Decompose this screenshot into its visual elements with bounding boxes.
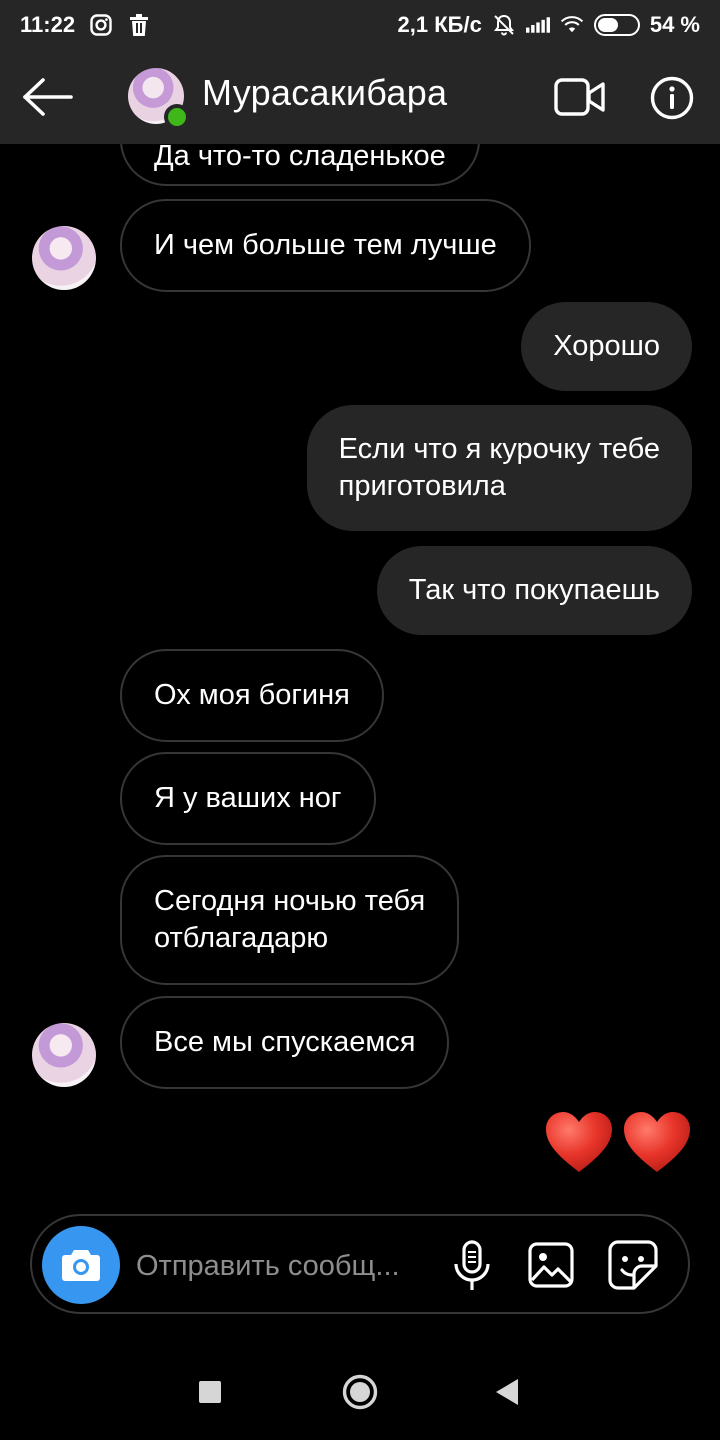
heart-icon <box>624 1112 690 1172</box>
video-call-button[interactable] <box>554 76 606 118</box>
bell-muted-icon <box>492 13 516 37</box>
home-circle-icon <box>342 1374 378 1410</box>
chat-header: Мурасакибара <box>0 50 720 144</box>
info-button[interactable] <box>650 76 694 120</box>
message-composer <box>30 1214 690 1314</box>
incoming-message[interactable]: Сегодня ночью тебя отблагадарю <box>120 855 460 985</box>
arrow-left-icon <box>23 78 73 116</box>
video-camera-icon <box>554 78 605 116</box>
status-bar: 11:22 2,1 КБ/с 54 % <box>0 0 720 50</box>
incoming-message[interactable]: И чем больше тем лучше <box>120 199 531 292</box>
battery-icon <box>593 14 640 36</box>
contact-avatar[interactable] <box>128 68 190 130</box>
camera-button[interactable] <box>42 1226 120 1304</box>
outgoing-message[interactable]: Хорошо <box>521 302 692 391</box>
incoming-message[interactable]: Ох моя богиня <box>120 649 384 742</box>
sticker-icon <box>608 1240 658 1290</box>
incoming-message[interactable]: Все мы спускаемся <box>120 996 450 1089</box>
system-nav-bar <box>0 1340 720 1440</box>
heart-reaction-message[interactable] <box>544 1110 692 1174</box>
home-button[interactable] <box>342 1374 378 1410</box>
back-triangle-icon <box>496 1379 518 1405</box>
trash-icon <box>127 13 151 37</box>
outgoing-message[interactable]: Если что я курочку тебе приготовила <box>306 405 692 531</box>
voice-message-button[interactable] <box>452 1240 492 1292</box>
camera-icon <box>62 1250 100 1281</box>
wifi-icon <box>560 13 584 37</box>
image-icon <box>528 1242 574 1288</box>
heart-icon <box>546 1112 612 1172</box>
status-time: 11:22 <box>20 12 76 37</box>
online-status-dot <box>164 104 190 130</box>
signal-icon <box>525 13 550 37</box>
info-icon <box>650 76 694 120</box>
contact-name[interactable]: Мурасакибара <box>202 72 447 114</box>
recents-button[interactable] <box>199 1381 221 1403</box>
sticker-button[interactable] <box>608 1240 658 1290</box>
microphone-icon <box>454 1240 490 1290</box>
gallery-button[interactable] <box>528 1242 574 1288</box>
back-button[interactable] <box>492 1377 520 1407</box>
outgoing-message[interactable]: Так что покупаешь <box>376 546 692 635</box>
battery-percent: 54 % <box>649 12 700 37</box>
instagram-icon <box>89 13 113 37</box>
message-list[interactable]: Да что-то сладенькое И чем больше тем лу… <box>0 144 720 1204</box>
network-speed: 2,1 КБ/с <box>397 12 482 37</box>
incoming-message[interactable]: Я у ваших ног <box>120 752 376 845</box>
back-arrow-button[interactable] <box>22 77 74 117</box>
message-input[interactable] <box>136 1246 428 1286</box>
sender-avatar[interactable] <box>32 1023 96 1087</box>
incoming-message[interactable]: Да что-то сладенькое <box>120 144 480 186</box>
sender-avatar[interactable] <box>32 226 96 290</box>
